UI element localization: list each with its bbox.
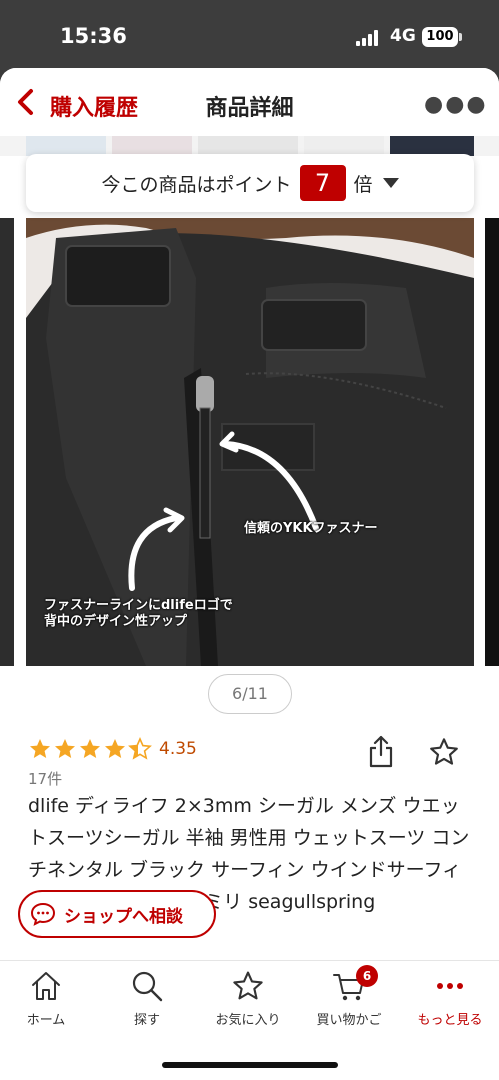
callout-logo-line1: ファスナーラインにdlifeロゴで <box>44 598 233 613</box>
star-full-icon <box>80 739 100 758</box>
home-indicator[interactable] <box>162 1062 338 1068</box>
caret-down-icon <box>382 178 399 188</box>
tab-more-label: もっと見る <box>417 1013 483 1028</box>
product-detail-sheet: 購入履歴 商品詳細 ●●● 今この商品はポイント 7 倍 信頼のYKKファスナー… <box>0 68 499 1080</box>
point-banner[interactable]: 今この商品はポイント 7 倍 <box>26 154 474 212</box>
point-text: 今この商品はポイント <box>101 173 292 196</box>
thumbnail[interactable] <box>26 136 106 156</box>
point-multiplier: 7 <box>299 165 346 201</box>
tab-favorites-label: お気に入り <box>215 1013 281 1028</box>
nav-bar: 購入履歴 商品詳細 ●●● <box>0 68 499 136</box>
tab-cart-label: 買い物かご <box>316 1013 382 1028</box>
home-icon <box>32 972 60 1000</box>
search-icon <box>132 971 163 1002</box>
tab-home[interactable]: ホーム <box>0 969 96 1039</box>
tab-search-label: 探す <box>133 1013 160 1028</box>
thumbnail[interactable] <box>304 136 384 156</box>
thumbnail[interactable] <box>390 136 474 156</box>
tab-cart[interactable]: 6 買い物かご <box>299 965 399 1039</box>
star-partial-icon <box>128 737 152 760</box>
signal-icon <box>356 30 382 46</box>
thumbnail-strip <box>0 136 499 156</box>
product-image[interactable]: 信頼のYKKファスナー ファスナーラインにdlifeロゴで 背中のデザイン性アッ… <box>26 218 474 666</box>
thumbnail[interactable] <box>112 136 192 156</box>
chat-bubble-icon <box>30 902 56 926</box>
review-count[interactable]: 17件 <box>28 768 62 789</box>
tab-home-label: ホーム <box>26 1013 66 1028</box>
star-full-icon <box>55 739 75 758</box>
prev-image-peek[interactable] <box>0 218 14 666</box>
share-icon[interactable] <box>368 734 394 768</box>
battery-icon: 100 <box>422 27 462 47</box>
shop-consult-label: ショップへ相談 <box>64 906 183 927</box>
thumbnail[interactable] <box>198 136 298 156</box>
shop-consult-button[interactable]: ショップへ相談 <box>18 890 216 938</box>
rating-row[interactable]: 4.35 <box>28 736 197 762</box>
next-image-peek[interactable] <box>485 218 499 666</box>
favorite-star-icon[interactable] <box>428 736 460 768</box>
tab-more[interactable]: もっと見る <box>400 969 499 1039</box>
point-suffix: 倍 <box>353 173 373 196</box>
star-full-icon <box>30 739 50 758</box>
star-full-icon <box>105 739 125 758</box>
image-counter: 6/11 <box>208 674 292 714</box>
more-dots-icon <box>437 983 463 989</box>
status-time: 15:36 <box>60 24 127 48</box>
star-icon <box>233 971 263 1000</box>
network-type: 4G <box>390 26 416 46</box>
cart-badge: 6 <box>356 965 378 987</box>
tab-favorites[interactable]: お気に入り <box>198 969 298 1039</box>
rating-value: 4.35 <box>159 739 197 759</box>
image-gallery[interactable]: 信頼のYKKファスナー ファスナーラインにdlifeロゴで 背中のデザイン性アッ… <box>0 218 499 666</box>
status-bar: 15:36 4G 100 <box>0 0 499 70</box>
callout-zipper: 信頼のYKKファスナー <box>244 521 378 536</box>
tab-search[interactable]: 探す <box>97 969 197 1039</box>
more-options-icon[interactable]: ●●● <box>424 92 488 117</box>
callout-logo-line2: 背中のデザイン性アップ <box>44 614 188 629</box>
